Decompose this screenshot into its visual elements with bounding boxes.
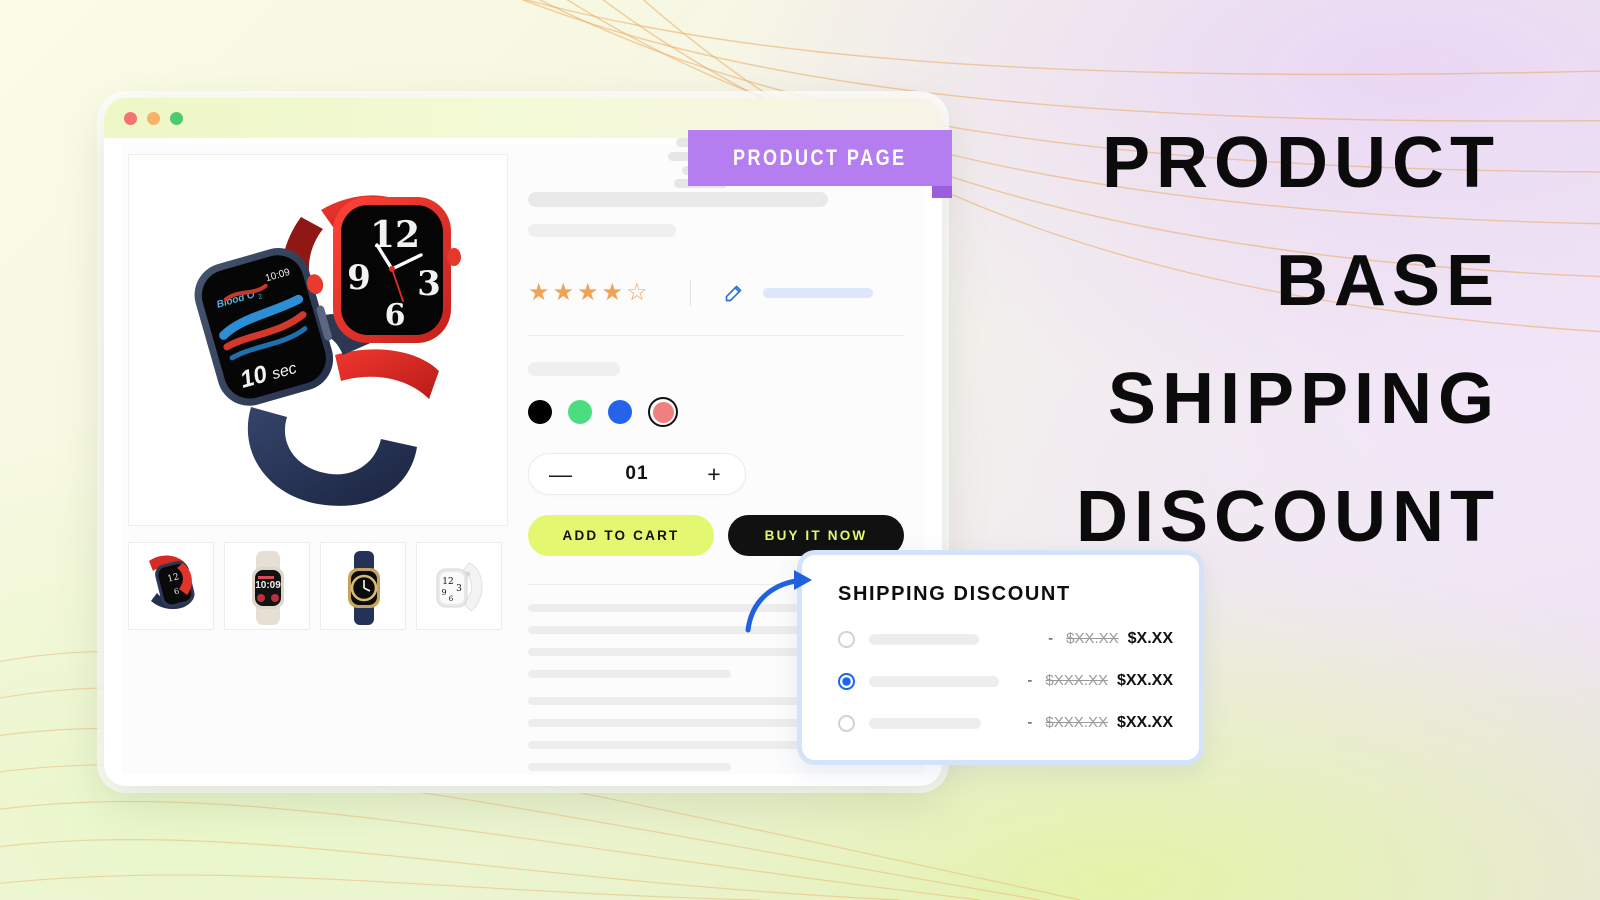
shipping-discount-card: SHIPPING DISCOUNT - $XX.XX $X.XX - $XXX.… xyxy=(797,550,1204,765)
window-minimize-dot[interactable] xyxy=(147,111,160,125)
swatch-green[interactable] xyxy=(568,400,592,424)
svg-text:9: 9 xyxy=(441,588,446,597)
star-1: ★ xyxy=(528,279,550,306)
description-line xyxy=(528,670,732,678)
quantity-decrement-button[interactable]: — xyxy=(549,462,572,486)
svg-text:10:09: 10:09 xyxy=(255,580,281,591)
price-discounted: $XX.XX xyxy=(1116,672,1173,689)
star-5-empty: ☆ xyxy=(626,279,648,306)
product-title-placeholder xyxy=(528,192,828,207)
window-maximize-dot[interactable] xyxy=(170,111,183,125)
shipping-option-radio-3[interactable] xyxy=(838,714,855,732)
shipping-option-row[interactable]: - $XXX.XX $XX.XX xyxy=(838,672,1173,690)
price-discounted: $X.XX xyxy=(1127,630,1173,647)
shipping-option-prices: - $XXX.XX $XX.XX xyxy=(1027,714,1173,732)
product-page-badge: PRODUCT PAGE xyxy=(688,130,952,186)
window-close-dot[interactable] xyxy=(124,111,137,125)
thumbnail-strip: 12 6 10:09 12 9 3 6 xyxy=(128,542,508,630)
shipping-option-prices: - $XX.XX $X.XX xyxy=(1048,630,1173,648)
svg-text:3: 3 xyxy=(456,584,462,594)
svg-text:6: 6 xyxy=(449,595,454,603)
thumbnail-1[interactable]: 12 6 xyxy=(128,542,214,630)
headline-line-product: PRODUCT xyxy=(1102,123,1500,203)
description-line xyxy=(528,763,732,771)
price-dash: - xyxy=(1027,714,1033,731)
shipping-option-radio-1[interactable] xyxy=(838,630,855,648)
svg-text:12: 12 xyxy=(370,214,420,256)
headline: PRODUCT BASE SHIPPING DISCOUNT xyxy=(880,104,1500,576)
quantity-increment-button[interactable]: + xyxy=(703,462,725,486)
svg-text:9: 9 xyxy=(347,258,371,298)
thumbnail-3[interactable] xyxy=(320,542,406,630)
star-4: ★ xyxy=(601,279,624,306)
shipping-option-prices: - $XXX.XX $XX.XX xyxy=(1027,672,1173,690)
shipping-option-label-placeholder xyxy=(869,717,981,729)
svg-text:3: 3 xyxy=(417,264,441,304)
add-to-cart-button[interactable]: ADD TO CART xyxy=(528,515,714,556)
product-main-image[interactable]: 12 3 6 9 Blood O 2 10:09 10 sec xyxy=(128,154,508,526)
price-dash: - xyxy=(1048,630,1054,647)
quantity-stepper[interactable]: — 01 + xyxy=(528,453,746,495)
star-2: ★ xyxy=(552,279,575,306)
rating-row: ★ ★ ★ ★ ☆ xyxy=(528,279,904,307)
badge-fold-corner xyxy=(932,186,952,198)
svg-text:6: 6 xyxy=(385,298,406,333)
shipping-discount-title: SHIPPING DISCOUNT xyxy=(838,583,1071,605)
swatch-blue[interactable] xyxy=(608,400,632,424)
headline-line-shipping: SHIPPING xyxy=(1107,359,1500,439)
price-discounted: $XX.XX xyxy=(1116,714,1173,731)
star-3: ★ xyxy=(577,279,599,306)
headline-line-base: BASE xyxy=(1275,241,1500,321)
edit-icon[interactable] xyxy=(723,283,744,304)
shipping-option-label-placeholder xyxy=(869,633,979,645)
price-dash: - xyxy=(1027,672,1033,689)
review-count-placeholder xyxy=(762,288,873,298)
svg-text:12: 12 xyxy=(442,577,453,587)
details-divider-1 xyxy=(528,335,904,336)
product-subtitle-placeholder xyxy=(528,224,676,237)
price-original: $XXX.XX xyxy=(1045,714,1108,731)
rating-stars[interactable]: ★ ★ ★ ★ ☆ xyxy=(528,281,648,305)
shipping-option-label-placeholder xyxy=(869,675,999,687)
color-swatches xyxy=(528,397,904,427)
swatch-black[interactable] xyxy=(528,400,552,424)
quantity-value: 01 xyxy=(625,463,649,484)
swatch-salmon-selected[interactable] xyxy=(648,397,678,427)
price-original: $XXX.XX xyxy=(1045,672,1108,689)
variant-label-placeholder xyxy=(528,362,620,376)
pointer-arrow-icon xyxy=(745,570,812,633)
thumbnail-4[interactable]: 12 9 3 6 xyxy=(416,542,502,630)
shipping-option-row[interactable]: - $XXX.XX $XX.XX xyxy=(838,714,1173,732)
thumbnail-2[interactable]: 10:09 xyxy=(224,542,310,630)
rating-divider xyxy=(689,280,691,306)
shipping-option-row[interactable]: - $XX.XX $X.XX xyxy=(838,630,1173,648)
product-gallery: 12 3 6 9 Blood O 2 10:09 10 sec 12 6 10:… xyxy=(122,144,508,774)
price-original: $XX.XX xyxy=(1066,630,1119,647)
shipping-option-radio-2-selected[interactable] xyxy=(838,672,855,690)
product-page-badge-label: PRODUCT PAGE xyxy=(733,145,907,170)
